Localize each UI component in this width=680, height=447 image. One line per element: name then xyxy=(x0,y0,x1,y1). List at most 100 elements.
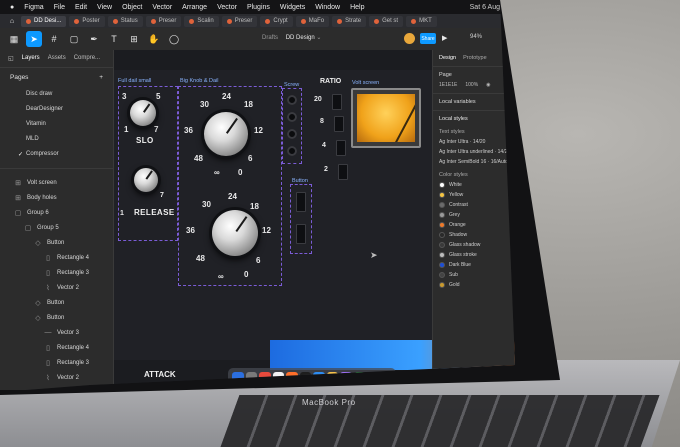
page-item[interactable]: MLD xyxy=(0,132,113,147)
push-button[interactable] xyxy=(296,192,306,212)
page-item[interactable]: DearDesigner xyxy=(0,102,113,117)
chevron-down-icon[interactable]: ⌄ xyxy=(316,35,321,41)
ratio-button[interactable] xyxy=(338,164,348,180)
layer-row[interactable]: ◇ Button xyxy=(0,235,113,250)
color-style-item[interactable]: Sub xyxy=(433,270,515,280)
tab-preser[interactable]: Preser xyxy=(145,15,182,27)
tab-compre[interactable]: Compre... xyxy=(74,55,100,62)
present-play-icon[interactable]: ▶ xyxy=(442,34,447,42)
resources-icon[interactable]: ⊞ xyxy=(126,31,142,47)
menu-vector-2[interactable]: Vector xyxy=(217,4,237,11)
brand-label: MacBook Pro xyxy=(302,398,356,407)
home-icon[interactable]: ⌂ xyxy=(6,16,18,27)
layer-row[interactable]: ⌇ Vector 2 xyxy=(0,370,113,385)
menu-object[interactable]: Object xyxy=(122,4,142,11)
hand-tool-icon[interactable]: ✋ xyxy=(146,31,162,47)
big-knob-bottom[interactable] xyxy=(212,210,258,256)
design-canvas[interactable]: Full dail small 3 5 1 7 SLO 1 7 RELEASE … xyxy=(114,50,432,390)
tab-crypt[interactable]: Crypt xyxy=(260,15,293,27)
breadcrumb-drafts[interactable]: Drafts xyxy=(262,35,278,41)
file-name[interactable]: DD Design xyxy=(286,35,315,41)
color-style-item[interactable]: White xyxy=(433,180,515,190)
color-style-item[interactable]: Contrast xyxy=(433,200,515,210)
color-style-item[interactable]: Dark Blue xyxy=(433,260,515,270)
menu-file[interactable]: File xyxy=(54,4,65,11)
tab-prototype[interactable]: Prototype xyxy=(463,55,487,61)
menu-arrange[interactable]: Arrange xyxy=(182,4,207,11)
menu-plugins[interactable]: Plugins xyxy=(247,4,270,11)
tab-design[interactable]: Design xyxy=(439,55,456,61)
menu-window[interactable]: Window xyxy=(315,4,340,11)
page-item[interactable]: Disc draw xyxy=(0,87,113,102)
layer-row[interactable]: ▯ Rectangle 3 xyxy=(0,265,113,280)
ratio-button[interactable] xyxy=(332,94,342,110)
add-page-icon[interactable]: + xyxy=(99,74,103,81)
layer-label: Rectangle 3 xyxy=(57,359,90,366)
tab-scalin[interactable]: Scalin xyxy=(184,15,219,27)
color-style-item[interactable]: Grey xyxy=(433,210,515,220)
color-style-item[interactable]: Shadow xyxy=(433,230,515,240)
text-tool-icon[interactable]: T xyxy=(106,31,122,47)
color-style-item[interactable]: Glass stroke xyxy=(433,250,515,260)
menu-figma[interactable]: Figma xyxy=(24,4,43,11)
menu-vector[interactable]: Vector xyxy=(152,4,172,11)
vu-meter[interactable] xyxy=(351,88,421,148)
pen-tool-icon[interactable]: ✒ xyxy=(86,31,102,47)
menu-edit[interactable]: Edit xyxy=(75,4,87,11)
frame-label-full-dial[interactable]: Full dail small xyxy=(118,78,151,84)
layer-row[interactable]: ▢ Group 6 xyxy=(0,205,113,220)
ratio-button[interactable] xyxy=(334,116,344,132)
big-knob-top[interactable] xyxy=(204,112,248,156)
tab-assets[interactable]: Assets xyxy=(48,55,66,62)
tab-mafo[interactable]: MaFo xyxy=(295,15,330,27)
menu-widgets[interactable]: Widgets xyxy=(280,4,305,11)
layer-row[interactable]: ▯ Rectangle 3 xyxy=(0,355,113,370)
panel-toggle-icon[interactable]: ◱ xyxy=(8,55,14,62)
layer-row[interactable]: ⊞ Volt screen xyxy=(0,175,113,190)
layer-row[interactable]: ▯ Rectangle 4 xyxy=(0,250,113,265)
color-style-item[interactable]: Gold xyxy=(433,280,515,290)
ratio-button[interactable] xyxy=(336,140,346,156)
color-style-item[interactable]: Glass shadow xyxy=(433,240,515,250)
zoom-level[interactable]: 94% xyxy=(470,34,482,40)
color-style-item[interactable]: Yellow xyxy=(433,190,515,200)
layer-row[interactable]: ⊞ Body holes xyxy=(0,190,113,205)
tab-status[interactable]: Status xyxy=(107,15,143,27)
release-knob[interactable] xyxy=(134,168,158,192)
main-menu-icon[interactable]: ▦ xyxy=(6,31,22,47)
tab-mkt[interactable]: MKT xyxy=(406,15,437,27)
apple-icon[interactable]: ● xyxy=(10,4,14,11)
layer-row[interactable]: — Vector 3 xyxy=(0,325,113,340)
layer-row[interactable]: ▢ Group 5 xyxy=(0,220,113,235)
move-tool-icon[interactable]: ➤ xyxy=(26,31,42,47)
page-fill-row[interactable]: 1E1E1E 100% ◉ xyxy=(439,82,514,88)
slo-knob[interactable] xyxy=(130,100,156,126)
eye-icon[interactable]: ◉ xyxy=(486,82,490,88)
color-style-item[interactable]: Orange xyxy=(433,220,515,230)
menu-help[interactable]: Help xyxy=(350,4,364,11)
tab-poster[interactable]: Poster xyxy=(69,15,105,27)
layer-row[interactable]: ▯ Rectangle 4 xyxy=(0,340,113,355)
layer-row[interactable]: ◇ Button xyxy=(0,295,113,310)
page-color-value[interactable]: 1E1E1E xyxy=(439,82,457,88)
page-item[interactable]: Vitamin xyxy=(0,117,113,132)
tab-get-st[interactable]: Get st xyxy=(369,15,404,27)
avatar[interactable] xyxy=(404,33,415,44)
menu-view[interactable]: View xyxy=(97,4,112,11)
page-opacity-value[interactable]: 100% xyxy=(465,82,478,88)
frame-label-big-knob[interactable]: Big Knob & Dail xyxy=(180,78,219,84)
share-button[interactable]: Share xyxy=(420,33,436,44)
tab-layers[interactable]: Layers xyxy=(22,55,40,62)
layer-row[interactable]: ⌇ Vector 2 xyxy=(0,280,113,295)
frame-label-volt-screen[interactable]: Volt screen xyxy=(352,80,379,86)
tab-dd-design[interactable]: DD Desi... xyxy=(21,15,67,27)
page-item-current[interactable]: Compressor xyxy=(0,147,113,162)
frame-tool-icon[interactable]: # xyxy=(46,31,62,47)
layer-row[interactable]: ◇ Button xyxy=(0,310,113,325)
shape-tool-icon[interactable]: ▢ xyxy=(66,31,82,47)
breadcrumb[interactable]: Drafts DD Design ⌄ xyxy=(262,34,321,41)
tab-strate[interactable]: Strate xyxy=(332,15,367,27)
push-button[interactable] xyxy=(296,224,306,244)
tab-preser-2[interactable]: Preser xyxy=(221,15,258,27)
comment-icon[interactable]: ◯ xyxy=(166,31,182,47)
